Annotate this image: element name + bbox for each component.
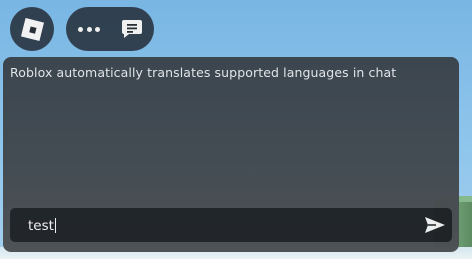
roblox-logo-icon (20, 17, 44, 41)
chat-system-message: Roblox automatically translates supporte… (10, 65, 397, 80)
chat-input-value: test (28, 218, 54, 234)
chat-input-bar[interactable]: test (10, 208, 452, 242)
chat-bubble-icon[interactable] (121, 19, 143, 39)
text-caret (54, 218, 56, 233)
roblox-menu-button[interactable] (10, 7, 54, 51)
more-horizontal-icon[interactable] (78, 25, 100, 33)
chat-input-field[interactable]: test (28, 218, 56, 234)
send-button[interactable] (422, 213, 448, 237)
topbar-pill (66, 7, 154, 51)
send-icon (425, 217, 445, 233)
chat-window: Roblox automatically translates supporte… (3, 57, 459, 252)
